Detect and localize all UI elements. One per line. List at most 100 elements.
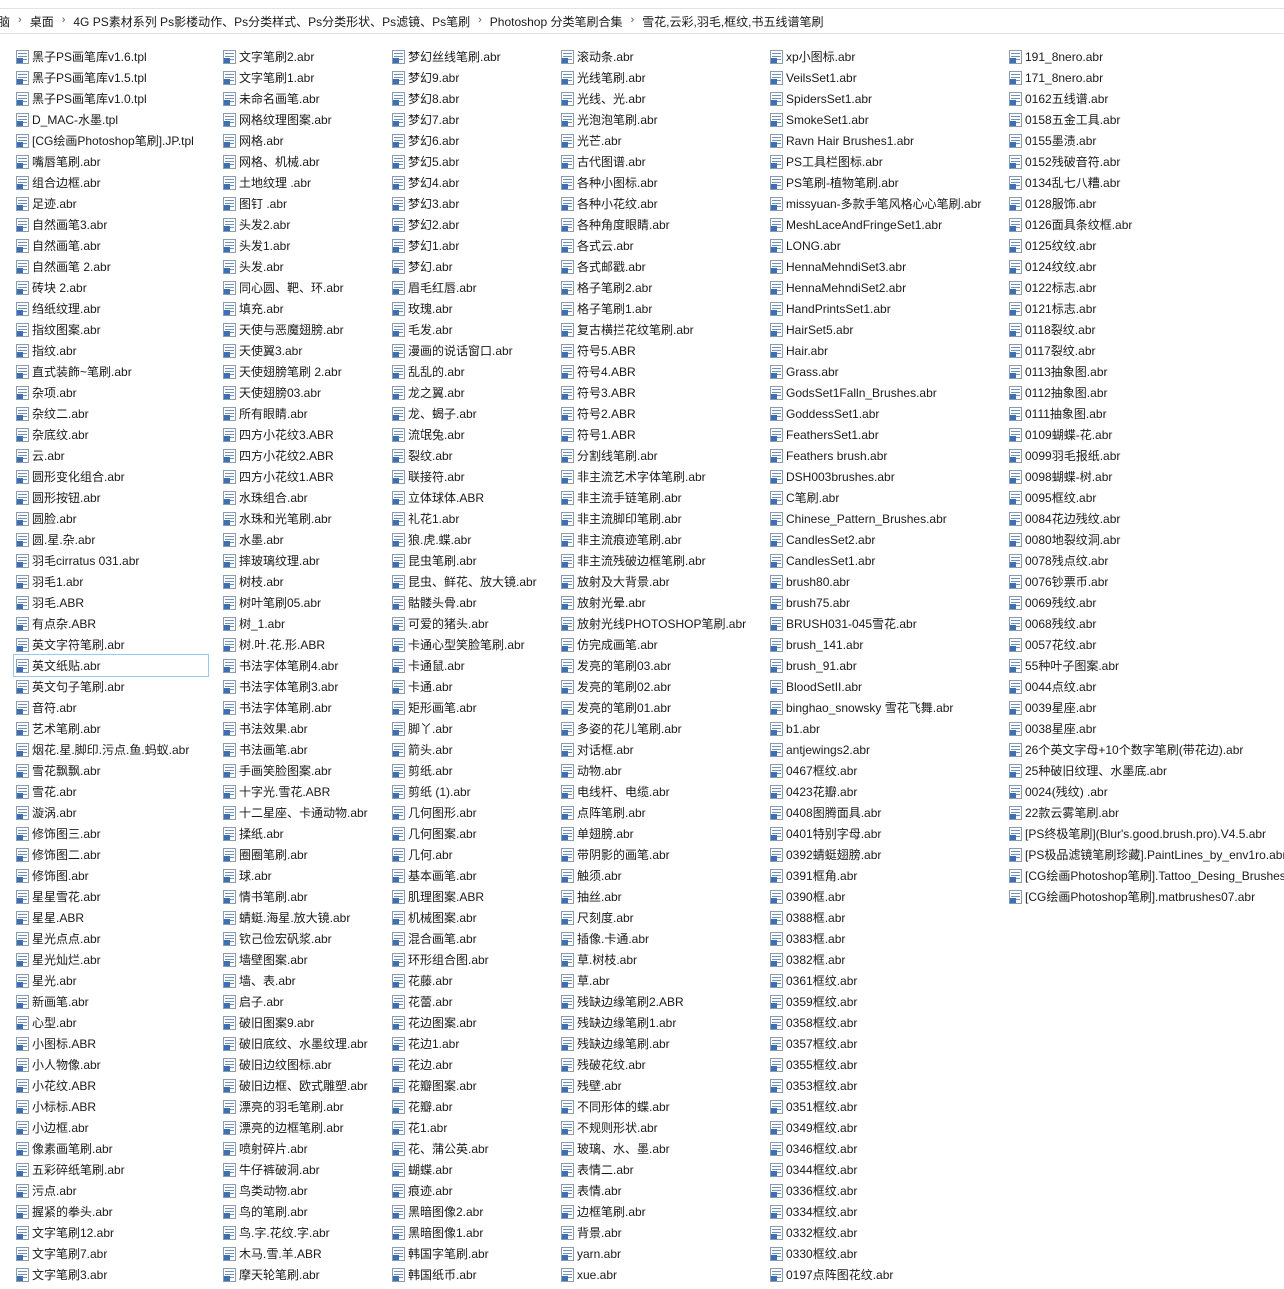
file-item[interactable]: Chinese_Pattern_Brushes.abr: [768, 508, 1003, 529]
file-item[interactable]: 乱乱的.abr: [390, 361, 555, 382]
file-item[interactable]: 0383框.abr: [768, 928, 1003, 949]
file-item[interactable]: 0125纹纹.abr: [1007, 235, 1284, 256]
breadcrumb-separator-icon[interactable]: ›: [626, 14, 638, 26]
file-item[interactable]: 残缺边缘笔刷.abr: [559, 1033, 764, 1054]
file-item[interactable]: 钦己俭宏矾浆.abr: [221, 928, 386, 949]
file-item[interactable]: 直式装飾~笔刷.abr: [14, 361, 208, 382]
file-item[interactable]: brush_141.abr: [768, 634, 1003, 655]
file-item[interactable]: 花边.abr: [390, 1054, 555, 1075]
file-item[interactable]: 天使翅膀笔刷 2.abr: [221, 361, 386, 382]
file-item[interactable]: 0357框纹.abr: [768, 1033, 1003, 1054]
file-item[interactable]: 171_8nero.abr: [1007, 67, 1284, 88]
file-item[interactable]: D_MAC-水墨.tpl: [14, 109, 208, 130]
file-item[interactable]: SpidersSet1.abr: [768, 88, 1003, 109]
file-item[interactable]: 情书笔刷.abr: [221, 886, 386, 907]
file-item[interactable]: 昆虫、鲜花、放大镜.abr: [390, 571, 555, 592]
file-item[interactable]: 花1.abr: [390, 1117, 555, 1138]
file-item[interactable]: 0112抽象图.abr: [1007, 382, 1284, 403]
breadcrumb-item[interactable]: 4G PS素材系列 Ps影楼动作、Ps分类样式、Ps分类形状、Ps滤镜、Ps笔刷: [69, 13, 474, 30]
file-item[interactable]: 表情.abr: [559, 1180, 764, 1201]
file-item[interactable]: 星光灿烂.abr: [14, 949, 208, 970]
file-item[interactable]: 修饰图三.abr: [14, 823, 208, 844]
file-item[interactable]: 肌理图案.ABR: [390, 886, 555, 907]
file-item[interactable]: 0098蝴蝶-树.abr: [1007, 466, 1284, 487]
file-item[interactable]: 书法画笔.abr: [221, 739, 386, 760]
file-item[interactable]: 0118裂纹.abr: [1007, 319, 1284, 340]
file-item[interactable]: 滚动条.abr: [559, 46, 764, 67]
file-item[interactable]: 花瓣图案.abr: [390, 1075, 555, 1096]
file-item[interactable]: 墙、表.abr: [221, 970, 386, 991]
file-item[interactable]: 0388框.abr: [768, 907, 1003, 928]
file-item[interactable]: 羽毛1.abr: [14, 571, 208, 592]
file-item[interactable]: 0152残破音符.abr: [1007, 151, 1284, 172]
file-item[interactable]: 眉毛红唇.abr: [390, 277, 555, 298]
file-item[interactable]: SmokeSet1.abr: [768, 109, 1003, 130]
file-item[interactable]: 单翅膀.abr: [559, 823, 764, 844]
file-item[interactable]: 新画笔.abr: [14, 991, 208, 1012]
file-item[interactable]: 非主流手链笔刷.abr: [559, 487, 764, 508]
file-item[interactable]: 四方小花纹2.ABR: [221, 445, 386, 466]
file-item[interactable]: 漂亮的边框笔刷.abr: [221, 1117, 386, 1138]
file-item[interactable]: 羽毛.ABR: [14, 592, 208, 613]
file-item[interactable]: 混合画笔.abr: [390, 928, 555, 949]
file-item[interactable]: 文字笔刷3.abr: [14, 1264, 208, 1285]
file-item[interactable]: 0121标志.abr: [1007, 298, 1284, 319]
file-item[interactable]: 古代图谱.abr: [559, 151, 764, 172]
file-item[interactable]: GoddessSet1.abr: [768, 403, 1003, 424]
file-item[interactable]: 0099羽毛报纸.abr: [1007, 445, 1284, 466]
file-item[interactable]: 网格、机械.abr: [221, 151, 386, 172]
file-item[interactable]: 文字笔刷12.abr: [14, 1222, 208, 1243]
file-item[interactable]: HandPrintsSet1.abr: [768, 298, 1003, 319]
file-item[interactable]: 花藤.abr: [390, 970, 555, 991]
breadcrumb-item[interactable]: 脑: [0, 13, 14, 30]
file-item[interactable]: 剪纸.abr: [390, 760, 555, 781]
file-item[interactable]: 草.树枝.abr: [559, 949, 764, 970]
file-item[interactable]: CandlesSet2.abr: [768, 529, 1003, 550]
file-item[interactable]: yarn.abr: [559, 1243, 764, 1264]
file-item[interactable]: 0361框纹.abr: [768, 970, 1003, 991]
file-item[interactable]: [CG绘画Photoshop笔刷].matbrushes07.abr: [1007, 886, 1284, 907]
file-item[interactable]: 非主流残破边框笔刷.abr: [559, 550, 764, 571]
file-item[interactable]: 抽丝.abr: [559, 886, 764, 907]
file-item[interactable]: 非主流艺术字体笔刷.abr: [559, 466, 764, 487]
file-item[interactable]: 龙、蝎子.abr: [390, 403, 555, 424]
file-item[interactable]: 四方小花纹1.ABR: [221, 466, 386, 487]
file-item[interactable]: 树枝.abr: [221, 571, 386, 592]
file-item[interactable]: 星光点点.abr: [14, 928, 208, 949]
file-item[interactable]: 带阴影的画笔.abr: [559, 844, 764, 865]
file-item[interactable]: 触须.abr: [559, 865, 764, 886]
file-item[interactable]: 不同形体的蝶.abr: [559, 1096, 764, 1117]
file-item[interactable]: 0038星座.abr: [1007, 718, 1284, 739]
file-item[interactable]: 光线笔刷.abr: [559, 67, 764, 88]
file-item[interactable]: 水珠和光笔刷.abr: [221, 508, 386, 529]
file-item[interactable]: 格子笔刷1.abr: [559, 298, 764, 319]
file-item[interactable]: 0080地裂纹洞.abr: [1007, 529, 1284, 550]
file-item[interactable]: 环形组合图.abr: [390, 949, 555, 970]
file-item[interactable]: C笔刷.abr: [768, 487, 1003, 508]
file-item[interactable]: 仿完成画笔.abr: [559, 634, 764, 655]
file-item[interactable]: 0134乱七八糟.abr: [1007, 172, 1284, 193]
file-item[interactable]: 鸟类动物.abr: [221, 1180, 386, 1201]
file-item[interactable]: 文字笔刷7.abr: [14, 1243, 208, 1264]
file-item[interactable]: 星光.abr: [14, 970, 208, 991]
breadcrumb-item[interactable]: Photoshop 分类笔刷合集: [486, 13, 627, 30]
file-item[interactable]: 绉纸纹理.abr: [14, 298, 208, 319]
file-item[interactable]: HairSet5.abr: [768, 319, 1003, 340]
file-item[interactable]: 摩天轮笔刷.abr: [221, 1264, 386, 1285]
file-item[interactable]: 树叶笔刷05.abr: [221, 592, 386, 613]
file-item[interactable]: 基本画笔.abr: [390, 865, 555, 886]
file-item[interactable]: 鸟.字.花纹.字.abr: [221, 1222, 386, 1243]
file-item[interactable]: 黑子PS画笔库v1.5.tpl: [14, 67, 208, 88]
file-item[interactable]: 多姿的花儿笔刷.abr: [559, 718, 764, 739]
file-item[interactable]: 几何图形.abr: [390, 802, 555, 823]
file-item[interactable]: 十字光.雪花.ABR: [221, 781, 386, 802]
file-item[interactable]: 0076钞票币.abr: [1007, 571, 1284, 592]
file-item[interactable]: 0332框纹.abr: [768, 1222, 1003, 1243]
file-item[interactable]: 符号4.ABR: [559, 361, 764, 382]
file-item[interactable]: 圈圈笔刷.abr: [221, 844, 386, 865]
file-item[interactable]: 各式云.abr: [559, 235, 764, 256]
file-item[interactable]: 头发1.abr: [221, 235, 386, 256]
file-item[interactable]: 25种破旧纹理、水墨底.abr: [1007, 760, 1284, 781]
file-item[interactable]: 树_1.abr: [221, 613, 386, 634]
file-item[interactable]: 十二星座、卡通动物.abr: [221, 802, 386, 823]
